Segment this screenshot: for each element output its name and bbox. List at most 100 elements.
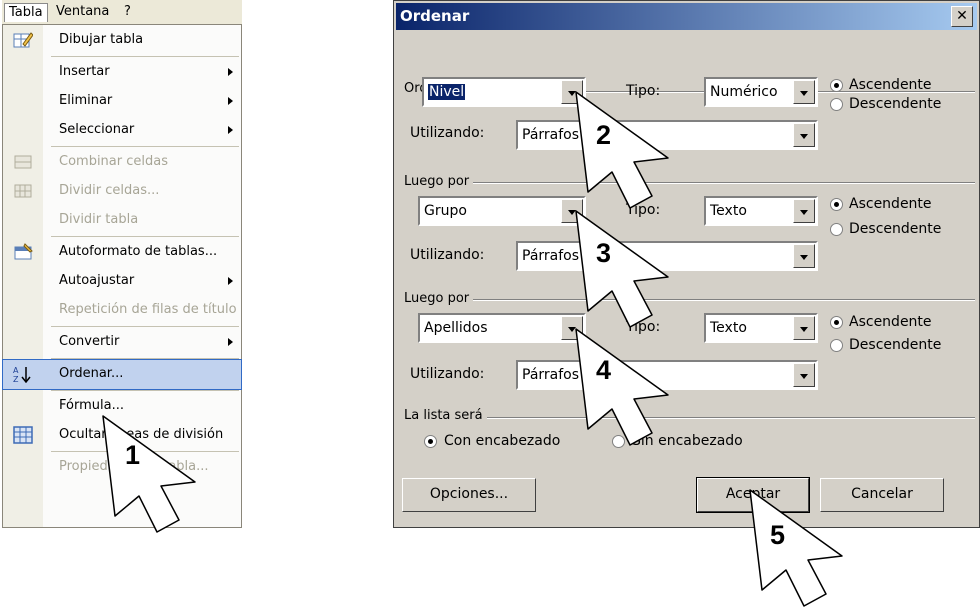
sort2-field-combo[interactable]: Grupo: [418, 196, 586, 226]
sort1-using-label: Utilizando:: [410, 125, 485, 141]
menu-tabla[interactable]: Tabla: [4, 3, 48, 22]
menu-item-label: Autoformato de tablas...: [59, 244, 218, 259]
sort3-desc-radio[interactable]: [830, 339, 843, 352]
sort2-field-value: Grupo: [424, 203, 467, 219]
sort2-desc-label: Descendente: [849, 221, 942, 237]
sort3-using-label: Utilizando:: [410, 366, 485, 382]
sort1-asc-radio[interactable]: [830, 79, 843, 92]
step-number-5: 5: [770, 520, 786, 550]
menu-item-autoajustar[interactable]: Autoajustar: [3, 267, 241, 296]
pointer-arrow-1-icon: [102, 415, 196, 533]
menu-item-eliminar[interactable]: Eliminar: [3, 87, 241, 116]
sort1-field-value: Nivel: [428, 84, 466, 100]
sort1-desc-label: Descendente: [849, 96, 942, 112]
sort3-tipo-value: Texto: [710, 320, 747, 336]
sort3-asc-label: Ascendente: [849, 314, 932, 330]
list-header-label: Con encabezado: [444, 433, 561, 449]
submenu-arrow-icon: [228, 97, 233, 105]
dialog-title: Ordenar: [400, 7, 470, 25]
ordenar-dialog: Ordenar ✕ Ordenar por Nivel Tipo: Numéri…: [393, 0, 980, 528]
menu-item-label: Dividir celdas...: [59, 183, 160, 198]
sort2-using-label: Utilizando:: [410, 247, 485, 263]
sort3-asc-radio[interactable]: [830, 316, 843, 329]
menu-item-label: Seleccionar: [59, 122, 135, 137]
chevron-down-icon[interactable]: [793, 316, 815, 340]
sort3-field-value: Apellidos: [424, 320, 488, 336]
menu-item-label: Eliminar: [59, 93, 113, 108]
menu-item-ordenar[interactable]: AZ Ordenar...: [2, 359, 242, 390]
group-label-luego-por-2: Luego por: [404, 291, 474, 306]
menu-item-dibujar-tabla[interactable]: Dibujar tabla: [3, 26, 241, 55]
sort2-tipo-combo[interactable]: Texto: [704, 196, 818, 226]
close-button[interactable]: ✕: [951, 6, 973, 27]
submenu-arrow-icon: [228, 338, 233, 346]
menu-item-insertar[interactable]: Insertar: [3, 58, 241, 87]
opciones-button[interactable]: Opciones...: [402, 478, 536, 512]
group-label-lista: La lista será: [404, 408, 487, 423]
sort1-field-combo[interactable]: Nivel: [422, 77, 586, 107]
menu-item-label: Autoajustar: [59, 273, 135, 288]
chevron-down-icon[interactable]: [793, 363, 815, 387]
sort1-tipo-value: Numérico: [710, 84, 778, 100]
menu-item-repeticion-filas[interactable]: Repetición de filas de título: [3, 296, 241, 325]
menu-item-label: Dibujar tabla: [59, 32, 144, 47]
step-number-4: 4: [596, 355, 612, 385]
menu-separator: [51, 390, 239, 391]
menu-item-label: Fórmula...: [59, 398, 124, 413]
menu-item-seleccionar[interactable]: Seleccionar: [3, 116, 241, 145]
menu-item-label: Dividir tabla: [59, 212, 139, 227]
merge-cells-icon: [14, 155, 32, 169]
sort-az-icon: AZ: [13, 366, 31, 383]
menu-item-dividir-tabla[interactable]: Dividir tabla: [3, 206, 241, 235]
svg-text:A: A: [13, 366, 19, 375]
list-header-radio[interactable]: [424, 435, 437, 448]
group-label-luego-por: Luego por: [404, 174, 474, 189]
pointer-arrow-5-icon: [749, 489, 843, 607]
sort3-tipo-combo[interactable]: Texto: [704, 313, 818, 343]
step-number-2: 2: [596, 120, 612, 150]
submenu-arrow-icon: [228, 277, 233, 285]
group-divider: [404, 417, 975, 419]
split-cells-icon: [14, 184, 32, 198]
pencil-table-icon: [13, 32, 33, 48]
menu-ventana[interactable]: Ventana: [52, 3, 113, 21]
chevron-down-icon[interactable]: [793, 123, 815, 147]
submenu-arrow-icon: [228, 126, 233, 134]
dialog-titlebar: Ordenar ✕: [396, 3, 977, 30]
menu-item-convertir[interactable]: Convertir: [3, 328, 241, 357]
pointer-arrow-2-icon: [575, 91, 669, 209]
svg-text:Z: Z: [13, 375, 19, 383]
pointer-arrow-3-icon: [575, 210, 669, 328]
sort2-desc-radio[interactable]: [830, 223, 843, 236]
pointer-arrow-4-icon: [575, 328, 669, 446]
menu-separator: [51, 236, 239, 237]
menu-item-label: Repetición de filas de título: [59, 302, 237, 317]
chevron-down-icon[interactable]: [793, 199, 815, 223]
menu-item-dividir-celdas[interactable]: Dividir celdas...: [3, 177, 241, 206]
autoformat-icon: [14, 243, 33, 260]
chevron-down-icon[interactable]: [793, 244, 815, 268]
menu-item-label: Insertar: [59, 64, 110, 79]
menu-item-label: Combinar celdas: [59, 154, 168, 169]
sort3-field-combo[interactable]: Apellidos: [418, 313, 586, 343]
sort1-desc-radio[interactable]: [830, 98, 843, 111]
menu-separator: [51, 326, 239, 327]
menubar: Tabla Ventana ?: [2, 0, 242, 25]
sort2-asc-radio[interactable]: [830, 198, 843, 211]
sort1-tipo-combo[interactable]: Numérico: [704, 77, 818, 107]
submenu-arrow-icon: [228, 68, 233, 76]
menu-item-label: Convertir: [59, 334, 120, 349]
menu-separator: [51, 56, 239, 57]
menu-separator: [51, 358, 239, 359]
group-divider: [404, 299, 975, 301]
menu-help[interactable]: ?: [120, 3, 135, 21]
menu-item-autoformato[interactable]: Autoformato de tablas...: [3, 238, 241, 267]
menu-item-label: Ordenar...: [59, 366, 124, 381]
grid-icon: [13, 426, 33, 444]
step-number-3: 3: [596, 238, 612, 268]
menu-item-combinar-celdas[interactable]: Combinar celdas: [3, 148, 241, 177]
sort2-tipo-value: Texto: [710, 203, 747, 219]
chevron-down-icon[interactable]: [793, 80, 815, 104]
group-divider: [404, 182, 975, 184]
sort1-asc-label: Ascendente: [849, 77, 932, 93]
